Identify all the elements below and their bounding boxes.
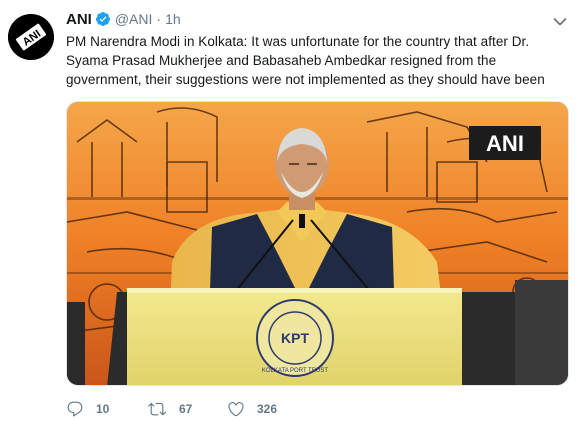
tweet-header: ANI @ANI · 1h (66, 9, 181, 29)
like-count: 326 (257, 402, 278, 416)
seal-inner-text: KPT (281, 330, 309, 346)
heart-icon (228, 402, 244, 417)
tweet-text: PM Narendra Modi in Kolkata: It was unfo… (66, 34, 545, 87)
watermark-text: ANI (486, 131, 524, 156)
retweet-count: 67 (179, 402, 193, 416)
like-button[interactable]: 326 (227, 398, 277, 420)
seal-text: KOLKATA PORT TRUST (262, 368, 328, 374)
tweet-actions: 10 67 326 (66, 398, 366, 420)
ani-logo-icon: ANI (8, 14, 54, 60)
handle[interactable]: @ANI (115, 11, 153, 27)
avatar[interactable]: ANI (8, 14, 54, 60)
speech-photo: KPT KOLKATA PORT TRUST ANI (67, 102, 568, 385)
verified-badge-icon (95, 11, 111, 27)
tweet-card[interactable]: ANI ANI @ANI · 1h PM Narendra Modi in Ko… (0, 0, 581, 428)
display-name[interactable]: ANI (66, 11, 92, 28)
retweet-button[interactable]: 67 (147, 398, 192, 420)
tweet-media-image[interactable]: KPT KOLKATA PORT TRUST ANI (66, 101, 569, 386)
separator-dot: · (156, 11, 162, 27)
kolkata-port-trust-seal: KPT KOLKATA PORT TRUST (256, 299, 334, 377)
reply-icon (67, 401, 83, 417)
timestamp[interactable]: 1h (165, 11, 181, 27)
retweet-icon (148, 402, 166, 416)
ani-watermark: ANI (469, 126, 541, 160)
reply-button[interactable]: 10 (66, 398, 109, 420)
reply-count: 10 (96, 402, 110, 416)
chevron-down-icon[interactable] (553, 14, 567, 26)
podium: KPT KOLKATA PORT TRUST (107, 288, 532, 385)
